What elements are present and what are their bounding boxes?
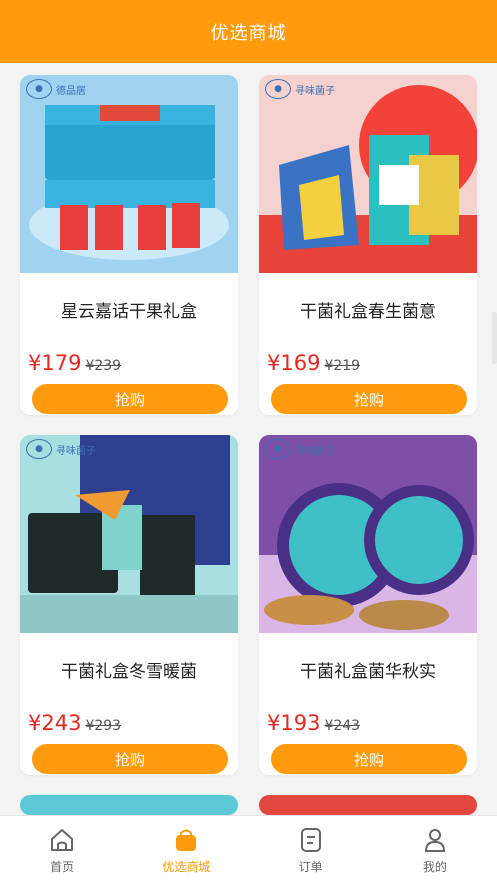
brand-logo: ● 寻味菌子 <box>265 79 335 99</box>
product-card[interactable]: ● 寻味菌子 干菌礼盒冬雪暖菌 ¥243 ¥293 抢购 <box>20 435 238 775</box>
product-image <box>20 795 238 815</box>
tab-home[interactable]: 首页 <box>0 816 124 884</box>
logo-mark-icon: ● <box>26 439 52 459</box>
product-image[interactable]: ● 寻味菌子 <box>259 75 477 273</box>
page-title: 优选商城 <box>210 22 287 44</box>
product-card-partial[interactable] <box>259 795 477 815</box>
product-title: 干菌礼盒冬雪暖菌 <box>61 662 197 682</box>
buy-button[interactable]: 抢购 <box>271 384 467 414</box>
sale-price: ¥193 <box>267 711 321 735</box>
scrollbar[interactable] <box>492 312 497 364</box>
tab-label: 订单 <box>298 860 323 874</box>
tab-label: 首页 <box>50 860 75 874</box>
sale-price: ¥243 <box>28 711 82 735</box>
buy-button[interactable]: 抢购 <box>32 384 228 414</box>
price-row: ¥243 ¥293 <box>28 711 121 735</box>
tab-profile[interactable]: 我的 <box>373 816 497 884</box>
product-card-partial[interactable] <box>20 795 238 815</box>
original-price: ¥243 <box>324 718 361 734</box>
price-row: ¥193 ¥243 <box>267 711 360 735</box>
price-row: ¥179 ¥239 <box>28 351 121 375</box>
original-price: ¥239 <box>85 358 122 374</box>
price-row: ¥169 ¥219 <box>267 351 360 375</box>
home-icon <box>51 829 74 851</box>
logo-mark-icon: ● <box>265 79 291 99</box>
order-icon <box>300 828 321 852</box>
tab-label: 我的 <box>422 860 447 874</box>
product-card[interactable]: ● 德品居 星云嘉话干果礼盒 ¥179 ¥239 抢购 <box>20 75 238 415</box>
product-title: 星云嘉话干果礼盒 <box>61 302 197 322</box>
product-image <box>259 795 477 815</box>
brand-logo: ● 寻味菌子 <box>26 439 96 459</box>
product-title: 干菌礼盒春生菌意 <box>300 302 436 322</box>
sale-price: ¥179 <box>28 351 82 375</box>
buy-button[interactable]: 抢购 <box>32 744 228 774</box>
buy-button[interactable]: 抢购 <box>271 744 467 774</box>
profile-icon <box>424 829 445 852</box>
bottom-tab-bar: 首页 优选商城 订单 我的 <box>0 815 497 884</box>
page-header: 优选商城 <box>0 0 497 63</box>
product-image[interactable]: ● 寻味菌子 <box>20 435 238 633</box>
shopping-bag-icon <box>176 829 197 851</box>
product-grid[interactable]: ● 德品居 星云嘉话干果礼盒 ¥179 ¥239 抢购 ● 寻味菌子 干菌礼盒春… <box>0 63 497 815</box>
product-image[interactable]: ● 德品居 <box>20 75 238 273</box>
product-image[interactable]: ● 寻味菌子 <box>259 435 477 633</box>
tab-orders[interactable]: 订单 <box>249 816 373 884</box>
brand-logo: ● 寻味菌子 <box>265 439 335 459</box>
product-title: 干菌礼盒菌华秋实 <box>300 662 436 682</box>
product-card[interactable]: ● 寻味菌子 干菌礼盒春生菌意 ¥169 ¥219 抢购 <box>259 75 477 415</box>
logo-mark-icon: ● <box>265 439 291 459</box>
logo-mark-icon: ● <box>26 79 52 99</box>
brand-logo: ● 德品居 <box>26 79 86 99</box>
original-price: ¥219 <box>324 358 361 374</box>
tab-mall[interactable]: 优选商城 <box>124 816 248 884</box>
product-card[interactable]: ● 寻味菌子 干菌礼盒菌华秋实 ¥193 ¥243 抢购 <box>259 435 477 775</box>
original-price: ¥293 <box>85 718 122 734</box>
tab-label: 优选商城 <box>162 860 211 874</box>
sale-price: ¥169 <box>267 351 321 375</box>
